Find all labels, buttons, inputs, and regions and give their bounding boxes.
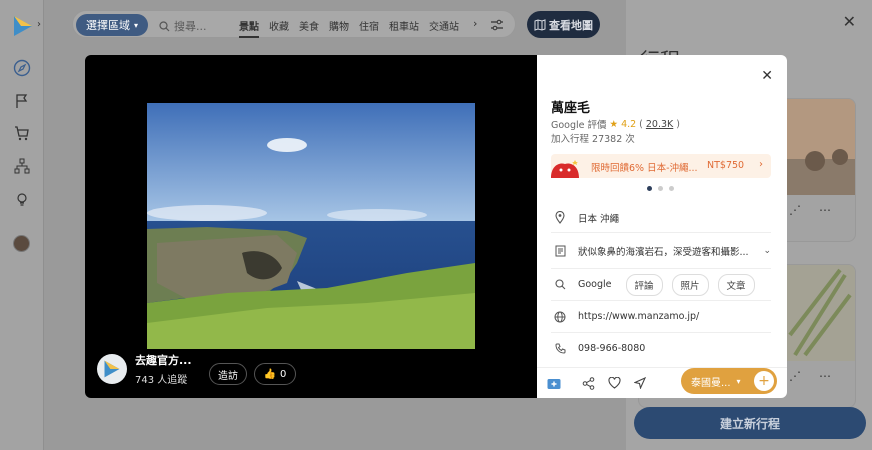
carousel-dot[interactable] xyxy=(647,186,652,191)
tab-attractions[interactable]: 景點 xyxy=(239,18,259,38)
chevron-down-icon[interactable]: ⌄ xyxy=(763,246,771,256)
info-doc-icon xyxy=(551,244,569,258)
share-icon[interactable]: ⋰ xyxy=(789,369,801,383)
view-map-label: 查看地圖 xyxy=(549,18,593,32)
place-detail-panel: ✕ 萬座毛 Google 評價 ★ 4.2 ( 20.3K ) 加入行程 273… xyxy=(537,55,787,398)
phone-number[interactable]: 098-966-8080 xyxy=(578,343,645,354)
heart-icon[interactable] xyxy=(606,375,622,391)
google-photos-button[interactable]: 照片 xyxy=(671,273,709,296)
google-row: Google 評論 照片 文章 xyxy=(551,269,771,301)
promo-mascot-icon xyxy=(551,160,579,178)
navigate-icon[interactable] xyxy=(632,375,648,391)
sitemap-icon[interactable] xyxy=(11,155,33,177)
tab-transit[interactable]: 交通站 xyxy=(429,18,459,38)
rating-paren-close: ) xyxy=(676,118,680,130)
rating-paren-open: ( xyxy=(639,118,643,130)
add-photo-icon[interactable] xyxy=(546,375,562,391)
region-label: 選擇區域 xyxy=(85,19,130,32)
description-text: 狀似象鼻的海濱岩石，深受遊客和攝影... xyxy=(578,246,749,258)
close-icon[interactable]: ✕ xyxy=(843,12,856,31)
google-label: Google xyxy=(578,279,612,290)
add-to-trip-selector[interactable]: 泰國曼... ▾ + xyxy=(681,368,777,394)
promo-text: 限時回饋6% 日本-沖繩... xyxy=(591,163,698,174)
view-map-button[interactable]: 查看地圖 xyxy=(527,11,600,38)
user-avatar[interactable] xyxy=(13,235,30,252)
review-count-link[interactable]: 20.3K xyxy=(646,119,673,130)
google-reviews-button[interactable]: 評論 xyxy=(625,273,663,296)
detail-actions: 泰國曼... ▾ + xyxy=(537,367,787,397)
promo-banner[interactable]: 限時回饋6% 日本-沖繩... NT$750 › xyxy=(551,154,771,178)
tab-favorites[interactable]: 收藏 xyxy=(269,18,289,38)
trip-selector-label: 泰國曼... xyxy=(691,377,731,389)
google-articles-button[interactable]: 文章 xyxy=(717,273,755,296)
tab-car-rental[interactable]: 租車站 xyxy=(389,18,419,38)
carousel-dots xyxy=(647,186,674,191)
thumbs-up-icon: 👍 xyxy=(263,368,277,380)
location-pin-icon xyxy=(551,211,569,225)
search-input[interactable]: 搜尋... xyxy=(159,18,207,34)
region-select-button[interactable]: 選擇區域 ▾ xyxy=(76,14,148,36)
more-options-icon[interactable]: ⋯ xyxy=(819,203,831,217)
lightbulb-icon[interactable] xyxy=(11,188,33,210)
tab-shopping[interactable]: 購物 xyxy=(329,18,349,38)
website-row[interactable]: https://www.manzamo.jp/ xyxy=(551,301,771,333)
more-categories-button[interactable]: › xyxy=(473,17,477,30)
carousel-dot[interactable] xyxy=(658,186,663,191)
chevron-down-icon: ▾ xyxy=(736,376,741,386)
trip-card-thumbnail xyxy=(785,265,855,361)
place-photo xyxy=(147,103,475,349)
promo-price: NT$750 xyxy=(707,160,745,171)
expand-rail-icon[interactable]: › xyxy=(37,19,41,30)
map-icon xyxy=(534,18,546,31)
more-options-icon[interactable]: ⋯ xyxy=(819,369,831,383)
share-icon[interactable] xyxy=(580,375,596,391)
rating-source: Google 評價 xyxy=(551,120,607,131)
search-icon xyxy=(551,278,569,292)
filter-icon[interactable] xyxy=(489,17,505,33)
added-to-trip-count: 加入行程 27382 次 xyxy=(551,134,635,145)
share-icon[interactable]: ⋰ xyxy=(789,203,801,217)
phone-icon xyxy=(551,341,569,355)
left-rail: › xyxy=(0,0,44,450)
cart-icon[interactable] xyxy=(11,122,33,144)
globe-icon xyxy=(551,310,569,324)
chevron-down-icon: ▾ xyxy=(133,20,138,30)
star-icon: ★ xyxy=(609,118,619,130)
rating-score: 4.2 xyxy=(621,118,637,130)
chevron-right-icon: › xyxy=(759,159,763,170)
trip-card-thumbnail xyxy=(785,99,855,195)
category-tabs: 景點 收藏 美食 購物 住宿 租車站 交通站 xyxy=(239,18,469,38)
phone-row[interactable]: 098-966-8080 xyxy=(551,333,771,363)
close-modal-icon[interactable]: ✕ xyxy=(761,68,773,84)
poster-followers: 743 人追蹤 xyxy=(135,375,188,386)
rating-line: Google 評價 ★ 4.2 ( 20.3K ) xyxy=(551,117,680,132)
poster-name[interactable]: 去趣官方... xyxy=(135,352,192,368)
place-name: 萬座毛 xyxy=(551,101,591,116)
add-to-trip-button[interactable]: + xyxy=(754,371,774,391)
poster-info[interactable]: 去趣官方... 743 人追蹤 xyxy=(97,352,192,386)
poster-avatar[interactable] xyxy=(97,354,127,384)
visit-button[interactable]: 造訪 xyxy=(209,363,247,385)
photo-viewer: 去趣官方... 743 人追蹤 造訪 👍 0 xyxy=(85,55,537,398)
description-row[interactable]: 狀似象鼻的海濱岩石，深受遊客和攝影... ⌄ xyxy=(551,233,771,269)
search-bar: 選擇區域 ▾ 搜尋... 景點 收藏 美食 購物 住宿 租車站 交通站 › xyxy=(72,10,516,38)
create-trip-button[interactable]: 建立新行程 xyxy=(634,407,866,439)
flag-route-icon[interactable] xyxy=(11,90,33,112)
app-logo[interactable] xyxy=(12,14,34,38)
compass-icon[interactable] xyxy=(11,57,33,79)
website-link[interactable]: https://www.manzamo.jp/ xyxy=(578,311,699,322)
location-row: 日本 沖繩 xyxy=(551,203,771,233)
like-count: 0 xyxy=(280,368,287,380)
location-text: 日本 沖繩 xyxy=(578,213,620,225)
tab-lodging[interactable]: 住宿 xyxy=(359,18,379,38)
tab-food[interactable]: 美食 xyxy=(299,18,319,38)
carousel-dot[interactable] xyxy=(669,186,674,191)
search-placeholder: 搜尋... xyxy=(174,20,207,33)
like-button[interactable]: 👍 0 xyxy=(254,363,296,385)
search-icon xyxy=(159,20,170,31)
